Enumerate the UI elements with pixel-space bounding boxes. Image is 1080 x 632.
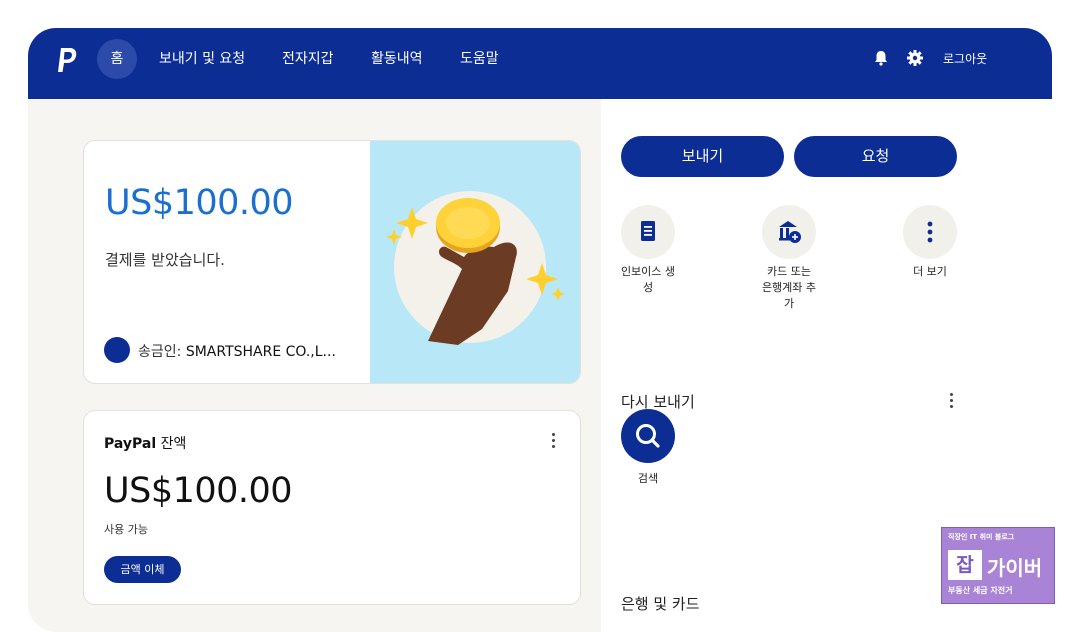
search-contacts-button[interactable] <box>621 409 675 463</box>
more-actions-button[interactable] <box>903 205 957 259</box>
invoice-icon <box>641 221 655 241</box>
nav-home[interactable]: 홈 <box>97 39 137 79</box>
balance-title-text: 잔액 <box>156 436 187 452</box>
payment-received-card[interactable]: US$100.00 결제를 받았습니다. 송금인: SMARTSHARE CO.… <box>83 140 581 384</box>
watermark-main-text: 가이버 <box>987 556 1043 580</box>
hand-coin-illustration <box>386 191 565 345</box>
app-frame: 홈 보내기 및 요청 전자지갑 활동내역 도움말 로그아웃 US$100.00 … <box>28 28 1052 632</box>
nav-wallet[interactable]: 전자지갑 <box>282 28 334 99</box>
balance-card: PayPal 잔액 US$100.00 사용 가능 금액 이체 <box>83 410 581 605</box>
bank-add-icon <box>779 221 801 243</box>
balance-available-label: 사용 가능 <box>104 523 148 536</box>
watermark-bottom-text: 부동산 세금 자전거 <box>948 586 1013 595</box>
payment-amount: US$100.00 <box>105 183 294 223</box>
send-again-more-icon[interactable] <box>948 393 954 408</box>
add-card-bank-label: 카드 또는 은행계좌 추 가 <box>749 264 829 312</box>
bell-icon[interactable] <box>872 49 890 67</box>
add-card-bank-button[interactable] <box>762 205 816 259</box>
balance-title: PayPal 잔액 <box>104 433 186 453</box>
search-icon <box>636 424 660 448</box>
paypal-brand-text: PayPal <box>104 436 157 452</box>
search-label: 검색 <box>637 472 659 485</box>
nav-send-request[interactable]: 보내기 및 요청 <box>159 28 245 99</box>
gear-icon[interactable] <box>906 49 924 67</box>
balance-amount: US$100.00 <box>104 471 293 511</box>
more-icon <box>927 221 933 243</box>
sender-name: SMARTSHARE CO.,L... <box>185 344 336 360</box>
transfer-money-button[interactable]: 금액 이체 <box>104 556 181 583</box>
more-actions-text: 더 보기 <box>913 265 947 278</box>
add-card-bank-text: 카드 또는 은행계좌 추 가 <box>761 265 817 310</box>
more-actions-label: 더 보기 <box>890 264 970 280</box>
sender-line: 송금인: SMARTSHARE CO.,L... <box>138 341 336 361</box>
balance-more-icon[interactable] <box>550 433 556 448</box>
create-invoice-text: 인보이스 생 성 <box>620 265 676 294</box>
watermark-box-text: 잡 <box>948 550 982 580</box>
watermark-top-text: 직장인 IT 취미 블로그 <box>948 533 1015 541</box>
nav-help[interactable]: 도움말 <box>460 28 499 99</box>
create-invoice-button[interactable] <box>621 205 675 259</box>
blog-watermark: 직장인 IT 취미 블로그 잡 가이버 부동산 세금 자전거 <box>941 527 1055 604</box>
payment-message: 결제를 받았습니다. <box>105 251 225 269</box>
top-navigation: 홈 보내기 및 요청 전자지갑 활동내역 도움말 로그아웃 <box>28 28 1052 99</box>
sender-label: 송금인: <box>138 344 186 360</box>
logout-link[interactable]: 로그아웃 <box>943 28 987 90</box>
left-column: US$100.00 결제를 받았습니다. 송금인: SMARTSHARE CO.… <box>28 99 601 632</box>
sender-avatar <box>104 337 130 363</box>
coin-illustration <box>370 141 580 383</box>
nav-activity[interactable]: 활동내역 <box>371 28 423 99</box>
banks-cards-title: 은행 및 카드 <box>621 595 700 613</box>
request-button[interactable]: 요청 <box>794 136 957 177</box>
paypal-logo[interactable] <box>56 46 78 74</box>
send-button[interactable]: 보내기 <box>621 136 784 177</box>
create-invoice-label: 인보이스 생 성 <box>608 264 688 296</box>
